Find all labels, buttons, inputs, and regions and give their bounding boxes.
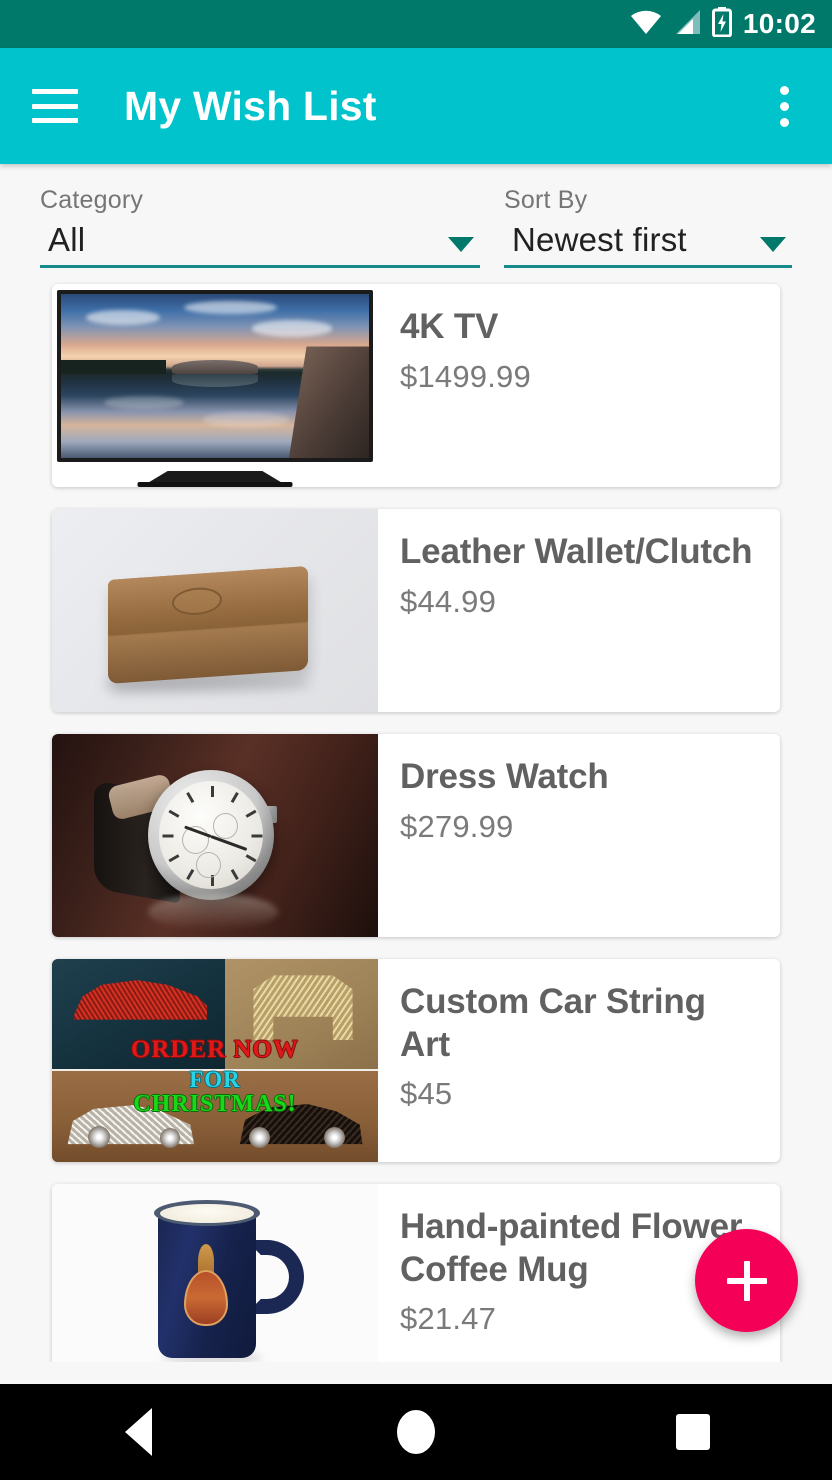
page-title: My Wish List [124,82,377,129]
chevron-down-icon [760,237,786,252]
item-details: Dress Watch $279.99 [378,734,780,937]
cellular-signal-icon [673,9,701,40]
category-selected-value: All [48,221,86,258]
android-navigation-bar [0,1384,832,1480]
back-icon [125,1408,153,1456]
app-bar: My Wish List [0,48,832,164]
home-icon [396,1410,435,1454]
overlay-text-line-1: ORDER NOW [130,1036,300,1064]
list-item[interactable]: 4K TV $1499.99 [52,284,780,487]
item-price: $1499.99 [400,358,531,394]
filter-bar: Category All Sort By Newest first [0,164,832,268]
add-item-fab[interactable] [695,1229,798,1332]
sort-by-selected-value: Newest first [512,221,687,258]
item-title: Custom Car String Art [400,982,706,1064]
item-title: Leather Wallet/Clutch [400,532,753,571]
home-button[interactable] [356,1384,476,1480]
list-item[interactable]: Hand-painted Flower Coffee Mug $21.47 [52,1184,780,1362]
item-details: Custom Car String Art $45 [378,959,780,1162]
item-thumbnail-4k-tv [52,284,378,487]
item-title: 4K TV [400,307,499,346]
list-item[interactable]: Dress Watch $279.99 [52,734,780,937]
recents-icon [676,1414,711,1450]
overlay-text-line-3: CHRISTMAS! [133,1090,297,1117]
status-bar-clock: 10:02 [742,8,816,39]
item-thumbnail-leather-wallet [52,509,378,712]
chevron-down-icon [448,237,474,252]
category-dropdown[interactable]: All [40,221,480,268]
wish-list-scroll-container[interactable]: 4K TV $1499.99 Leather Wallet/Clutch $44… [0,268,832,1362]
wifi-icon [630,9,662,40]
item-title: Dress Watch [400,757,609,796]
item-price: $45 [400,1076,453,1112]
plus-icon [726,1260,767,1301]
item-thumbnail-dress-watch [52,734,378,937]
overflow-menu-icon[interactable] [762,81,806,131]
sort-by-filter-label: Sort By [504,186,588,214]
item-details: 4K TV $1499.99 [378,284,780,487]
recents-button[interactable] [633,1384,753,1480]
status-bar: 10:02 [0,0,832,48]
item-thumbnail-coffee-mug [52,1184,378,1362]
sort-by-filter[interactable]: Sort By Newest first [504,186,792,268]
hamburger-menu-icon[interactable] [32,89,78,123]
wish-list: 4K TV $1499.99 Leather Wallet/Clutch $44… [0,268,832,1362]
battery-charging-icon [711,6,732,42]
list-item[interactable]: Leather Wallet/Clutch $44.99 [52,509,780,712]
category-filter-label: Category [40,186,144,214]
category-filter[interactable]: Category All [40,186,480,268]
sort-by-dropdown[interactable]: Newest first [504,221,792,268]
item-thumbnail-car-string-art: ORDER NOW FOR CHRISTMAS! [52,959,378,1162]
list-item[interactable]: ORDER NOW FOR CHRISTMAS! Custom Car Stri… [52,959,780,1162]
item-price: $279.99 [400,808,514,844]
overlay-text-line-2: FOR [189,1066,241,1092]
back-button[interactable] [79,1384,199,1480]
phone-screen: 10:02 My Wish List Category All Sort By … [0,0,832,1480]
item-details: Leather Wallet/Clutch $44.99 [378,509,780,712]
item-price: $44.99 [400,583,497,619]
